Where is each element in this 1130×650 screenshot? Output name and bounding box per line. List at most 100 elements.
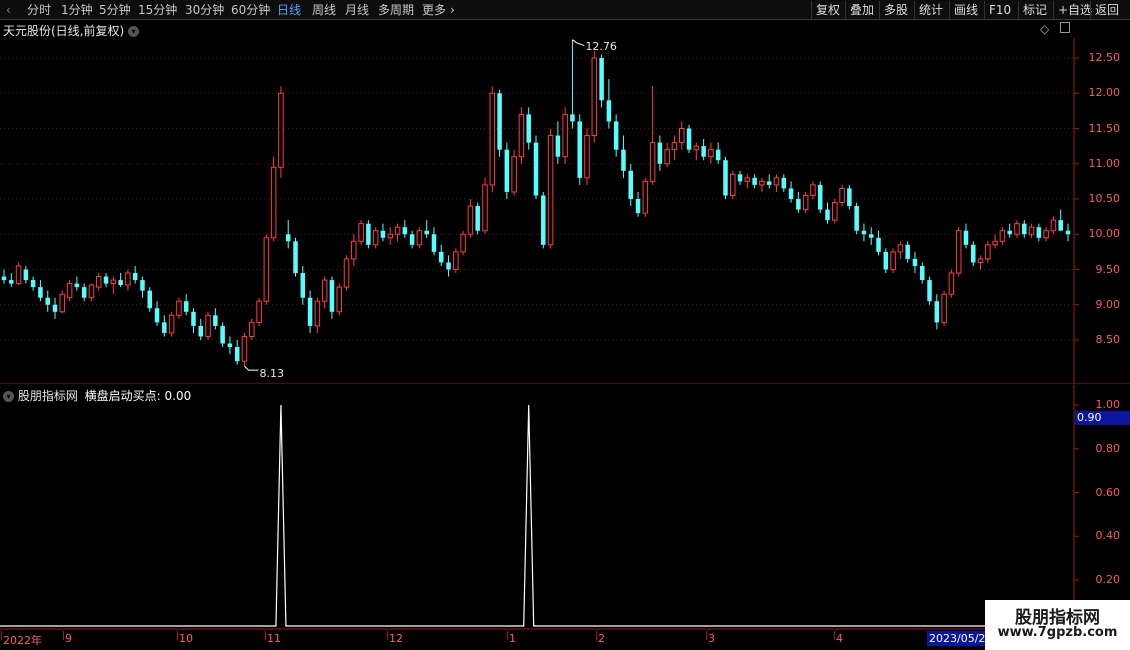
candle-body	[132, 273, 138, 281]
candle	[963, 223, 969, 249]
period-tab[interactable]: 分时	[27, 2, 51, 18]
candle-body	[518, 113, 525, 158]
candle-body	[103, 276, 109, 284]
candle-body	[890, 251, 896, 270]
toolbar-button[interactable]: 复权	[811, 1, 844, 19]
candle	[66, 280, 73, 302]
candle	[759, 177, 765, 192]
period-tab[interactable]: 更多	[422, 2, 446, 18]
candle	[329, 276, 335, 319]
toolbar-button[interactable]: 统计	[914, 1, 947, 19]
period-tab[interactable]: 5分钟	[99, 2, 131, 18]
candle	[321, 276, 328, 309]
candle-body	[584, 135, 590, 179]
x-tick-mark	[387, 631, 388, 640]
toolbar-button[interactable]: 叠加	[845, 1, 878, 19]
chevron-down-icon[interactable]: ▾	[128, 26, 140, 37]
candle-body	[256, 300, 262, 323]
toolbar-button[interactable]: 多股	[879, 1, 912, 19]
candle	[511, 149, 517, 196]
candle-body	[59, 293, 66, 313]
candle	[74, 276, 80, 291]
indicator-chart[interactable]	[0, 385, 1130, 630]
high-price-label: 12.76	[585, 39, 617, 53]
candle	[897, 241, 904, 259]
layout-toggle-icon[interactable]	[1060, 22, 1070, 33]
candle	[839, 184, 845, 207]
candle-body	[402, 227, 408, 235]
chevron-right-icon[interactable]: ›	[450, 2, 455, 18]
candle-body	[606, 100, 612, 122]
candle-body	[555, 135, 561, 157]
candle-body	[934, 301, 940, 323]
toolbar-button[interactable]: 返回	[1090, 1, 1123, 19]
candle-body	[912, 258, 918, 266]
candle-body	[1043, 230, 1049, 239]
candle-body	[999, 230, 1006, 242]
candle-body	[963, 230, 969, 245]
candle-body	[52, 304, 58, 312]
candle	[256, 297, 262, 326]
candle-body	[205, 314, 211, 337]
toolbar-button[interactable]: 标记	[1018, 1, 1051, 19]
candle-body	[227, 343, 233, 348]
candle-body	[30, 280, 36, 288]
period-tab[interactable]: 60分钟	[231, 2, 270, 18]
candle-body	[285, 234, 291, 242]
period-tab[interactable]: 30分钟	[185, 2, 224, 18]
candle-body	[1065, 230, 1071, 235]
candle	[168, 311, 175, 337]
candle	[460, 230, 466, 256]
candle	[154, 301, 160, 326]
candle	[664, 142, 670, 168]
candle	[715, 142, 721, 164]
candle-body	[416, 230, 423, 246]
period-tab[interactable]: 周线	[312, 2, 336, 18]
candle	[825, 202, 830, 224]
candle	[227, 336, 233, 355]
stock-title: 天元股份(日线,前复权)	[3, 24, 125, 38]
candle-body	[424, 230, 429, 235]
candle	[38, 280, 43, 302]
candle-body	[621, 149, 626, 171]
x-tick-mark	[1, 631, 2, 640]
candle	[693, 142, 700, 161]
candle-body	[971, 244, 976, 263]
toolbar-button[interactable]: F10	[984, 1, 1015, 19]
candle	[781, 174, 787, 192]
candle	[1, 269, 7, 284]
period-tab[interactable]: 15分钟	[138, 2, 177, 18]
period-tab[interactable]: 1分钟	[61, 2, 93, 18]
candle	[300, 265, 306, 305]
diamond-icon[interactable]: ◇	[1040, 22, 1049, 36]
candle	[343, 255, 350, 291]
toolbar-button[interactable]: 画线	[949, 1, 982, 19]
candle	[1036, 223, 1042, 242]
candle-body	[453, 251, 459, 270]
high-marker	[572, 39, 585, 47]
period-tab[interactable]: 月线	[345, 2, 369, 18]
candle	[657, 135, 663, 171]
candle-body	[613, 121, 619, 150]
candle	[314, 297, 321, 333]
candle	[541, 191, 546, 249]
candle-body	[628, 170, 633, 199]
candlestick-chart[interactable]	[0, 38, 1130, 384]
candle-body	[497, 93, 502, 150]
candle	[955, 227, 962, 277]
candle	[847, 184, 852, 210]
candle	[213, 308, 218, 330]
candle-body	[336, 286, 342, 313]
candle-body	[1058, 220, 1063, 231]
candle-body	[15, 265, 22, 285]
candle	[234, 340, 240, 365]
candle	[810, 181, 816, 199]
period-tab[interactable]: 多周期	[378, 2, 414, 18]
candle-body	[992, 240, 998, 246]
candle	[380, 223, 386, 242]
candle-body	[708, 149, 714, 158]
period-tab[interactable]: 日线	[277, 2, 301, 18]
candle-body	[125, 272, 131, 286]
prev-arrow-icon[interactable]: ‹	[6, 2, 11, 18]
candle	[358, 220, 364, 245]
